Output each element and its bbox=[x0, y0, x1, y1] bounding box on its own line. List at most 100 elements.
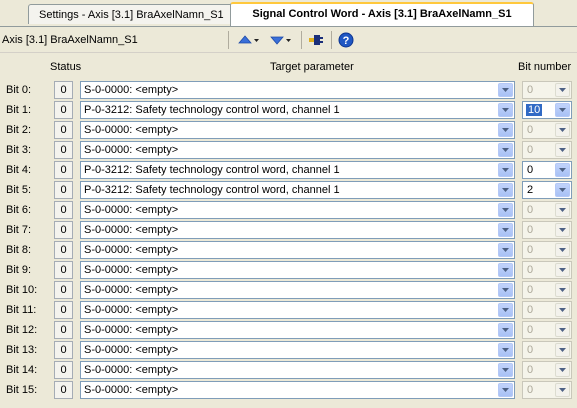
target-parameter-select[interactable]: P-0-3212: Safety technology control word… bbox=[80, 161, 515, 179]
toolbar-separator bbox=[301, 31, 302, 49]
bit-row: Bit 14: 0 S-0-0000: <empty> 0 bbox=[0, 360, 577, 380]
bit-number-select[interactable]: 0 bbox=[522, 161, 572, 179]
bit-status: 0 bbox=[54, 121, 73, 139]
bit-number-value: 0 bbox=[527, 164, 534, 176]
bit-number-select: 0 bbox=[522, 321, 572, 339]
bit-label: Bit 6: bbox=[6, 204, 32, 216]
target-parameter-select[interactable]: S-0-0000: <empty> bbox=[80, 141, 515, 159]
target-parameter-select[interactable]: S-0-0000: <empty> bbox=[80, 201, 515, 219]
target-parameter-select[interactable]: S-0-0000: <empty> bbox=[80, 281, 515, 299]
bit-label: Bit 2: bbox=[6, 124, 32, 136]
chevron-down-icon bbox=[555, 323, 570, 337]
move-up-icon bbox=[238, 35, 259, 44]
target-parameter-value: S-0-0000: <empty> bbox=[84, 244, 179, 256]
target-parameter-value: S-0-0000: <empty> bbox=[84, 264, 179, 276]
target-parameter-select[interactable]: P-0-3212: Safety technology control word… bbox=[80, 101, 515, 119]
chevron-down-icon[interactable] bbox=[498, 243, 513, 257]
bit-number-select: 0 bbox=[522, 361, 572, 379]
tab-settings[interactable]: Settings - Axis [3.1] BraAxelNamn_S1 bbox=[28, 4, 234, 24]
bit-number-select[interactable]: 2 bbox=[522, 181, 572, 199]
target-parameter-select[interactable]: S-0-0000: <empty> bbox=[80, 381, 515, 399]
target-parameter-select[interactable]: S-0-0000: <empty> bbox=[80, 361, 515, 379]
svg-text:?: ? bbox=[343, 35, 350, 47]
bit-status: 0 bbox=[54, 361, 73, 379]
bit-label: Bit 5: bbox=[6, 184, 32, 196]
bit-number-select: 0 bbox=[522, 201, 572, 219]
bit-number-value: 0 bbox=[527, 284, 534, 296]
move-down-icon bbox=[270, 36, 291, 45]
chevron-down-icon[interactable] bbox=[498, 283, 513, 297]
bit-number-value: 0 bbox=[527, 364, 534, 376]
bit-number-select: 0 bbox=[522, 381, 572, 399]
chevron-down-icon[interactable] bbox=[498, 363, 513, 377]
bit-label: Bit 10: bbox=[6, 284, 38, 296]
help-button[interactable]: ? bbox=[338, 31, 354, 49]
bit-number-value: 0 bbox=[527, 384, 534, 396]
chevron-down-icon[interactable] bbox=[498, 383, 513, 397]
move-up-button[interactable] bbox=[238, 31, 260, 49]
bit-number-value: 0 bbox=[527, 264, 534, 276]
bit-number-value: 0 bbox=[527, 124, 534, 136]
chevron-down-icon[interactable] bbox=[498, 263, 513, 277]
chevron-down-icon[interactable] bbox=[498, 143, 513, 157]
target-parameter-value: S-0-0000: <empty> bbox=[84, 124, 179, 136]
chevron-down-icon[interactable] bbox=[498, 303, 513, 317]
chevron-down-icon[interactable] bbox=[498, 343, 513, 357]
bit-label: Bit 1: bbox=[6, 104, 32, 116]
bit-row: Bit 4: 0 P-0-3212: Safety technology contr… bbox=[0, 160, 577, 180]
connect-button[interactable] bbox=[308, 31, 324, 49]
bit-label: Bit 8: bbox=[6, 244, 32, 256]
chevron-down-icon bbox=[555, 383, 570, 397]
target-parameter-select[interactable]: S-0-0000: <empty> bbox=[80, 321, 515, 339]
move-down-button[interactable] bbox=[270, 31, 292, 49]
bit-number-select: 0 bbox=[522, 341, 572, 359]
chevron-down-icon[interactable] bbox=[498, 323, 513, 337]
chevron-down-icon bbox=[555, 263, 570, 277]
target-parameter-select[interactable]: S-0-0000: <empty> bbox=[80, 81, 515, 99]
chevron-down-icon[interactable] bbox=[498, 183, 513, 197]
target-parameter-value: P-0-3212: Safety technology control word… bbox=[84, 184, 340, 196]
bit-number-select: 0 bbox=[522, 141, 572, 159]
bit-row: Bit 10: 0 S-0-0000: <empty> 0 bbox=[0, 280, 577, 300]
bit-label: Bit 13: bbox=[6, 344, 38, 356]
target-parameter-select[interactable]: S-0-0000: <empty> bbox=[80, 221, 515, 239]
bit-label: Bit 15: bbox=[6, 384, 38, 396]
bit-status: 0 bbox=[54, 181, 73, 199]
target-parameter-value: P-0-3212: Safety technology control word… bbox=[84, 164, 340, 176]
bit-status: 0 bbox=[54, 301, 73, 319]
toolbar: Axis [3.1] BraAxelNamn_S1 ? bbox=[0, 27, 577, 53]
bit-row: Bit 15: 0 S-0-0000: <empty> 0 bbox=[0, 380, 577, 400]
chevron-down-icon[interactable] bbox=[498, 163, 513, 177]
bit-number-value: 10 bbox=[526, 104, 543, 116]
chevron-down-icon[interactable] bbox=[555, 163, 570, 177]
bit-status: 0 bbox=[54, 261, 73, 279]
tab-signal-control-word[interactable]: Signal Control Word - Axis [3.1] BraAxel… bbox=[230, 2, 534, 26]
chevron-down-icon[interactable] bbox=[498, 223, 513, 237]
target-parameter-value: S-0-0000: <empty> bbox=[84, 144, 179, 156]
help-icon: ? bbox=[338, 32, 354, 48]
axis-title: Axis [3.1] BraAxelNamn_S1 bbox=[2, 34, 138, 46]
target-parameter-value: P-0-3212: Safety technology control word… bbox=[84, 104, 340, 116]
target-parameter-select[interactable]: P-0-3212: Safety technology control word… bbox=[80, 181, 515, 199]
bit-status: 0 bbox=[54, 141, 73, 159]
chevron-down-icon[interactable] bbox=[498, 103, 513, 117]
chevron-down-icon[interactable] bbox=[498, 123, 513, 137]
chevron-down-icon[interactable] bbox=[498, 203, 513, 217]
toolbar-separator bbox=[228, 31, 229, 49]
target-parameter-select[interactable]: S-0-0000: <empty> bbox=[80, 261, 515, 279]
chevron-down-icon[interactable] bbox=[555, 103, 570, 117]
bit-row: Bit 9: 0 S-0-0000: <empty> 0 bbox=[0, 260, 577, 280]
chevron-down-icon[interactable] bbox=[498, 83, 513, 97]
target-parameter-select[interactable]: S-0-0000: <empty> bbox=[80, 121, 515, 139]
status-header: Status bbox=[50, 61, 82, 73]
target-parameter-select[interactable]: S-0-0000: <empty> bbox=[80, 341, 515, 359]
bit-label: Bit 3: bbox=[6, 144, 32, 156]
bit-number-select[interactable]: 10 bbox=[522, 101, 572, 119]
target-parameter-value: S-0-0000: <empty> bbox=[84, 304, 179, 316]
target-parameter-select[interactable]: S-0-0000: <empty> bbox=[80, 241, 515, 259]
bit-number-select: 0 bbox=[522, 301, 572, 319]
chevron-down-icon bbox=[555, 343, 570, 357]
target-parameter-select[interactable]: S-0-0000: <empty> bbox=[80, 301, 515, 319]
chevron-down-icon[interactable] bbox=[555, 183, 570, 197]
bit-number-value: 0 bbox=[527, 204, 534, 216]
